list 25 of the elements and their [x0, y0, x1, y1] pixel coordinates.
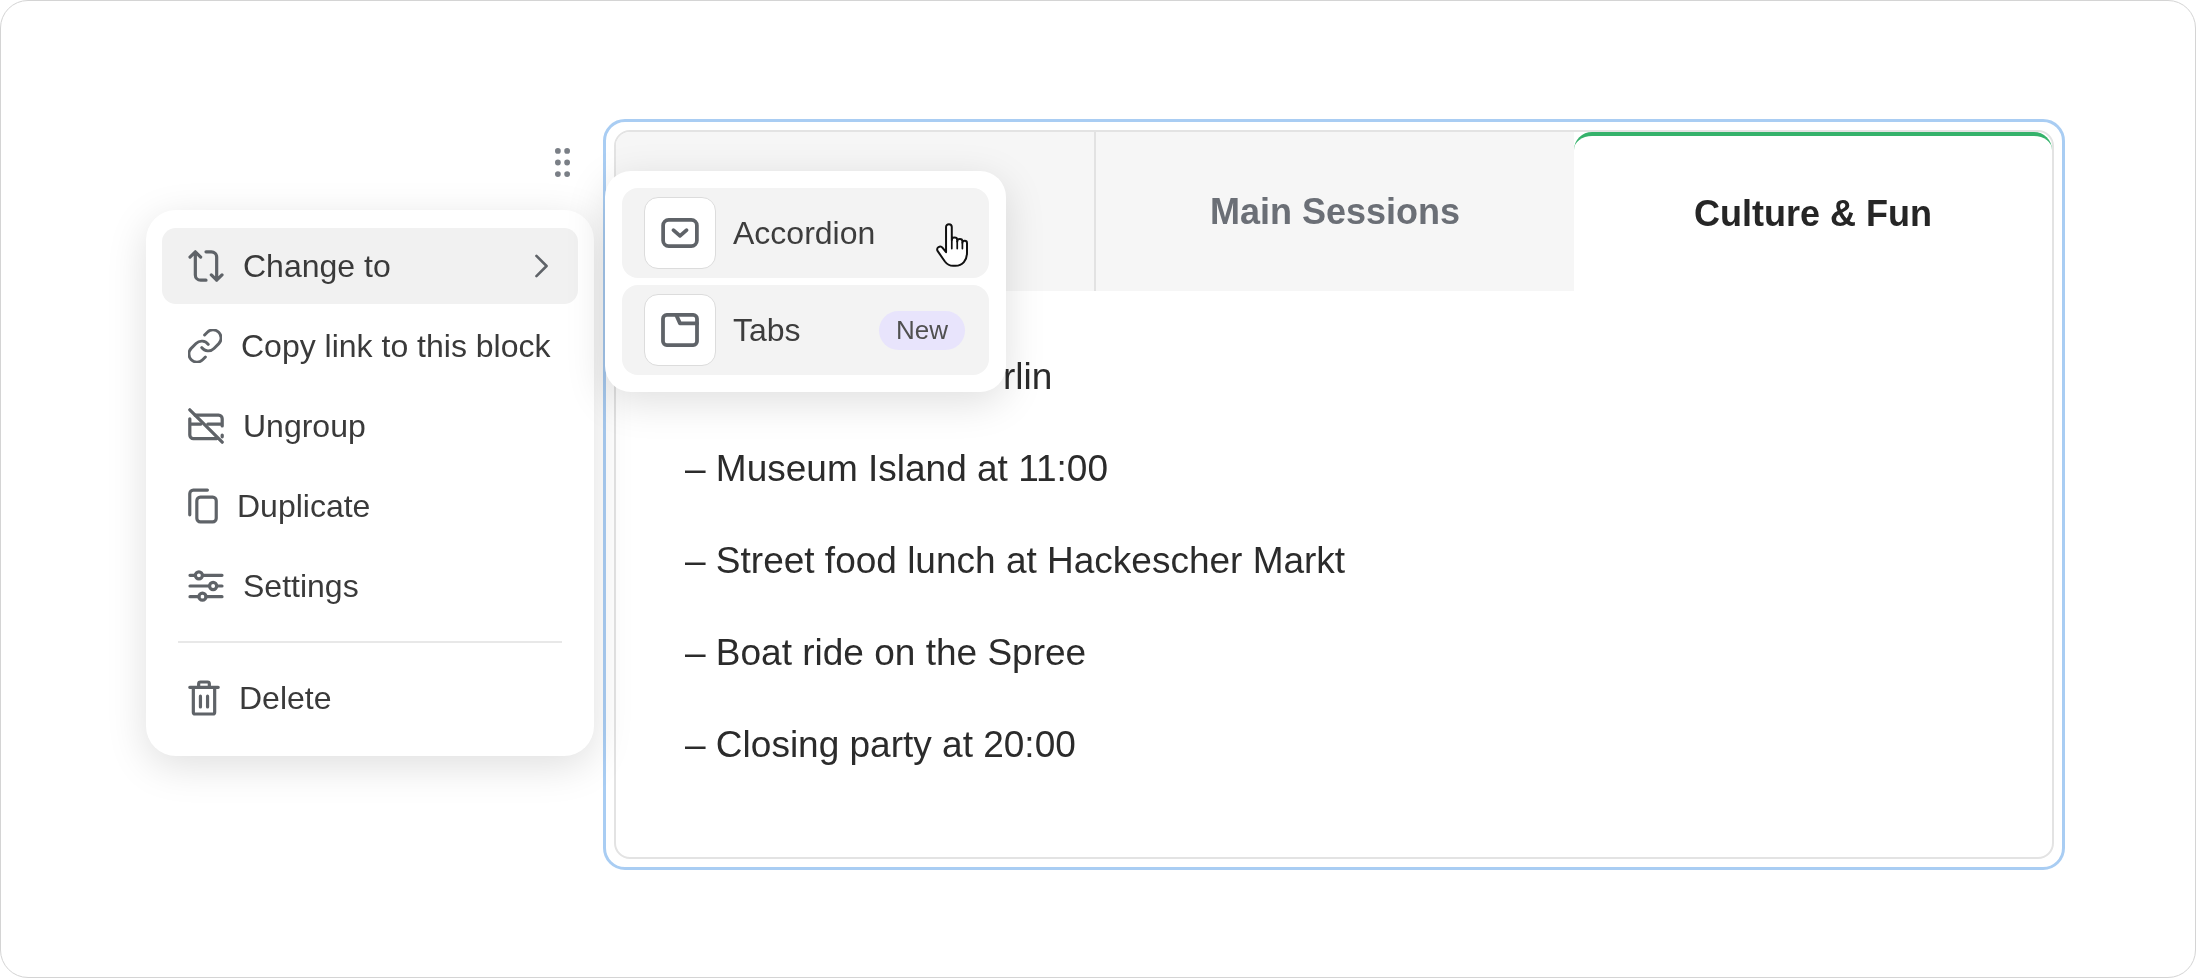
copy-icon — [188, 488, 218, 524]
trash-icon — [188, 680, 220, 716]
menu-item[interactable]: Change to — [162, 228, 578, 304]
feature-badge: New — [879, 310, 965, 350]
tab[interactable]: Main Sessions — [1096, 132, 1574, 291]
list-item-text: – Boat ride on the Spree — [685, 631, 1087, 676]
list-item-text: – Museum Island at 11:00 — [685, 447, 1108, 492]
list-item-text: – Closing party at 20:00 — [685, 723, 1076, 768]
swap-arrows-icon — [188, 250, 224, 282]
chevron-down-square-icon — [644, 197, 716, 269]
drag-handle-icon[interactable] — [555, 148, 570, 177]
menu-item[interactable]: Settings — [162, 548, 578, 624]
list-item-text: – Street food lunch at Hackescher Markt — [685, 539, 1346, 584]
sliders-icon — [188, 570, 224, 602]
menu-item[interactable]: Delete — [162, 660, 578, 736]
menu-item[interactable]: Copy link to this block — [162, 308, 578, 384]
link-icon — [188, 329, 222, 363]
submenu-item[interactable]: Tabs New — [622, 285, 989, 375]
crossed-out-frame-icon — [188, 408, 224, 444]
chevron-right-icon — [535, 254, 548, 278]
submenu-item[interactable]: Accordion — [622, 188, 989, 278]
menu-item[interactable]: Duplicate — [162, 468, 578, 544]
menu-item[interactable]: Ungroup — [162, 388, 578, 464]
folder-tab-icon — [644, 294, 716, 366]
partial-text: rlin — [1003, 355, 1053, 400]
